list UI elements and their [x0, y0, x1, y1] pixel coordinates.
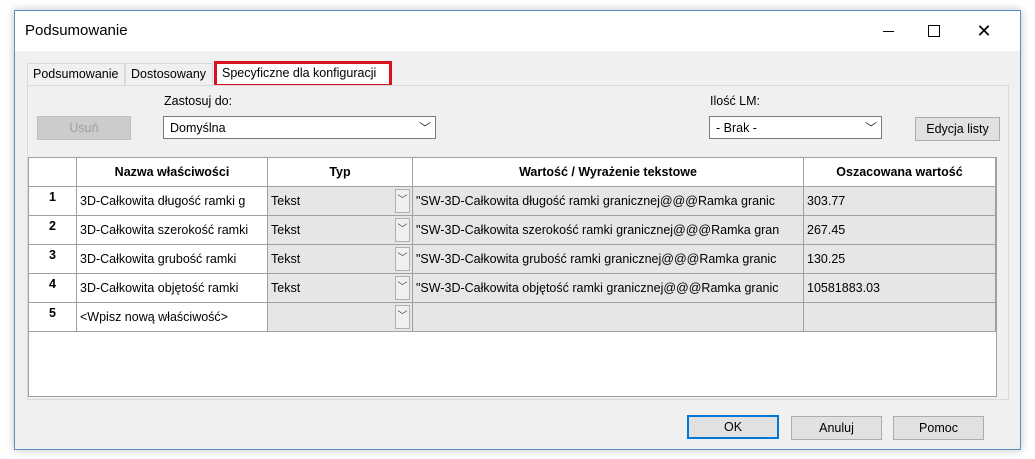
- grid-corner: [29, 158, 77, 187]
- type-cell[interactable]: Tekst ﹀: [268, 216, 413, 245]
- close-button[interactable]: ✕: [961, 11, 1007, 51]
- chevron-down-icon[interactable]: ﹀: [395, 305, 410, 329]
- type-cell[interactable]: Tekst ﹀: [268, 245, 413, 274]
- tab-summary[interactable]: Podsumowanie: [27, 63, 125, 85]
- property-name-cell[interactable]: 3D-Całkowita szerokość ramki: [77, 216, 268, 245]
- lm-count-label: Ilość LM:: [710, 94, 761, 108]
- type-value: Tekst: [271, 194, 301, 208]
- type-cell[interactable]: Tekst ﹀: [268, 274, 413, 303]
- chevron-down-icon: ﹀: [418, 121, 431, 135]
- type-cell[interactable]: Tekst ﹀: [268, 187, 413, 216]
- maximize-icon: [928, 25, 940, 37]
- evaluated-value-cell: 303.77: [804, 187, 996, 216]
- apply-to-select[interactable]: Domyślna ﹀: [163, 116, 436, 139]
- title-bar[interactable]: Podsumowanie ✕: [15, 11, 1020, 51]
- maximize-button[interactable]: [911, 11, 957, 51]
- evaluated-value-cell: [804, 303, 996, 332]
- expression-cell[interactable]: "SW-3D-Całkowita długość ramki graniczne…: [413, 187, 804, 216]
- header-type[interactable]: Typ: [268, 158, 413, 187]
- expression-cell[interactable]: "SW-3D-Całkowita grubość ramki graniczne…: [413, 245, 804, 274]
- expression-cell[interactable]: "SW-3D-Całkowita objętość ramki graniczn…: [413, 274, 804, 303]
- properties-grid: Nazwa właściwości Typ Wartość / Wyrażeni…: [28, 157, 997, 397]
- window-title: Podsumowanie: [25, 22, 128, 39]
- row-number[interactable]: 4: [29, 274, 77, 303]
- row-number[interactable]: 1: [29, 187, 77, 216]
- apply-to-label: Zastosuj do:: [164, 94, 233, 108]
- type-value: Tekst: [271, 252, 301, 266]
- lm-count-select[interactable]: - Brak - ﹀: [709, 116, 882, 139]
- expression-cell[interactable]: "SW-3D-Całkowita szerokość ramki granicz…: [413, 216, 804, 245]
- row-number[interactable]: 5: [29, 303, 77, 332]
- cancel-button[interactable]: Anuluj: [791, 416, 882, 440]
- property-name-cell[interactable]: 3D-Całkowita objętość ramki: [77, 274, 268, 303]
- evaluated-value-cell: 130.25: [804, 245, 996, 274]
- property-name-cell[interactable]: 3D-Całkowita grubość ramki: [77, 245, 268, 274]
- close-icon: ✕: [976, 21, 992, 41]
- row-number[interactable]: 3: [29, 245, 77, 274]
- evaluated-value-cell: 10581883.03: [804, 274, 996, 303]
- header-value-expression[interactable]: Wartość / Wyrażenie tekstowe: [413, 158, 804, 187]
- chevron-down-icon[interactable]: ﹀: [395, 218, 410, 242]
- chevron-down-icon[interactable]: ﹀: [395, 276, 410, 300]
- property-name-cell[interactable]: 3D-Całkowita długość ramki g: [77, 187, 268, 216]
- edit-list-button[interactable]: Edycja listy: [915, 117, 1000, 141]
- expression-cell[interactable]: [413, 303, 804, 332]
- chevron-down-icon[interactable]: ﹀: [395, 247, 410, 271]
- header-evaluated-value[interactable]: Oszacowana wartość: [804, 158, 996, 187]
- chevron-down-icon[interactable]: ﹀: [395, 189, 410, 213]
- minimize-button[interactable]: [865, 11, 911, 51]
- lm-count-value: - Brak -: [716, 121, 757, 135]
- minimize-icon: [882, 30, 894, 32]
- tab-configuration-specific[interactable]: Specyficzne dla konfiguracji: [214, 61, 392, 87]
- type-cell[interactable]: ﹀: [268, 303, 413, 332]
- chevron-down-icon: ﹀: [864, 121, 877, 135]
- header-property-name[interactable]: Nazwa właściwości: [77, 158, 268, 187]
- ok-button[interactable]: OK: [687, 415, 779, 439]
- delete-button[interactable]: Usuń: [37, 116, 131, 140]
- help-button[interactable]: Pomoc: [893, 416, 984, 440]
- row-number[interactable]: 2: [29, 216, 77, 245]
- type-value: Tekst: [271, 281, 301, 295]
- type-value: Tekst: [271, 223, 301, 237]
- apply-to-value: Domyślna: [170, 121, 226, 135]
- tab-custom[interactable]: Dostosowany: [125, 63, 213, 85]
- evaluated-value-cell: 267.45: [804, 216, 996, 245]
- new-property-input[interactable]: <Wpisz nową właściwość>: [77, 303, 268, 332]
